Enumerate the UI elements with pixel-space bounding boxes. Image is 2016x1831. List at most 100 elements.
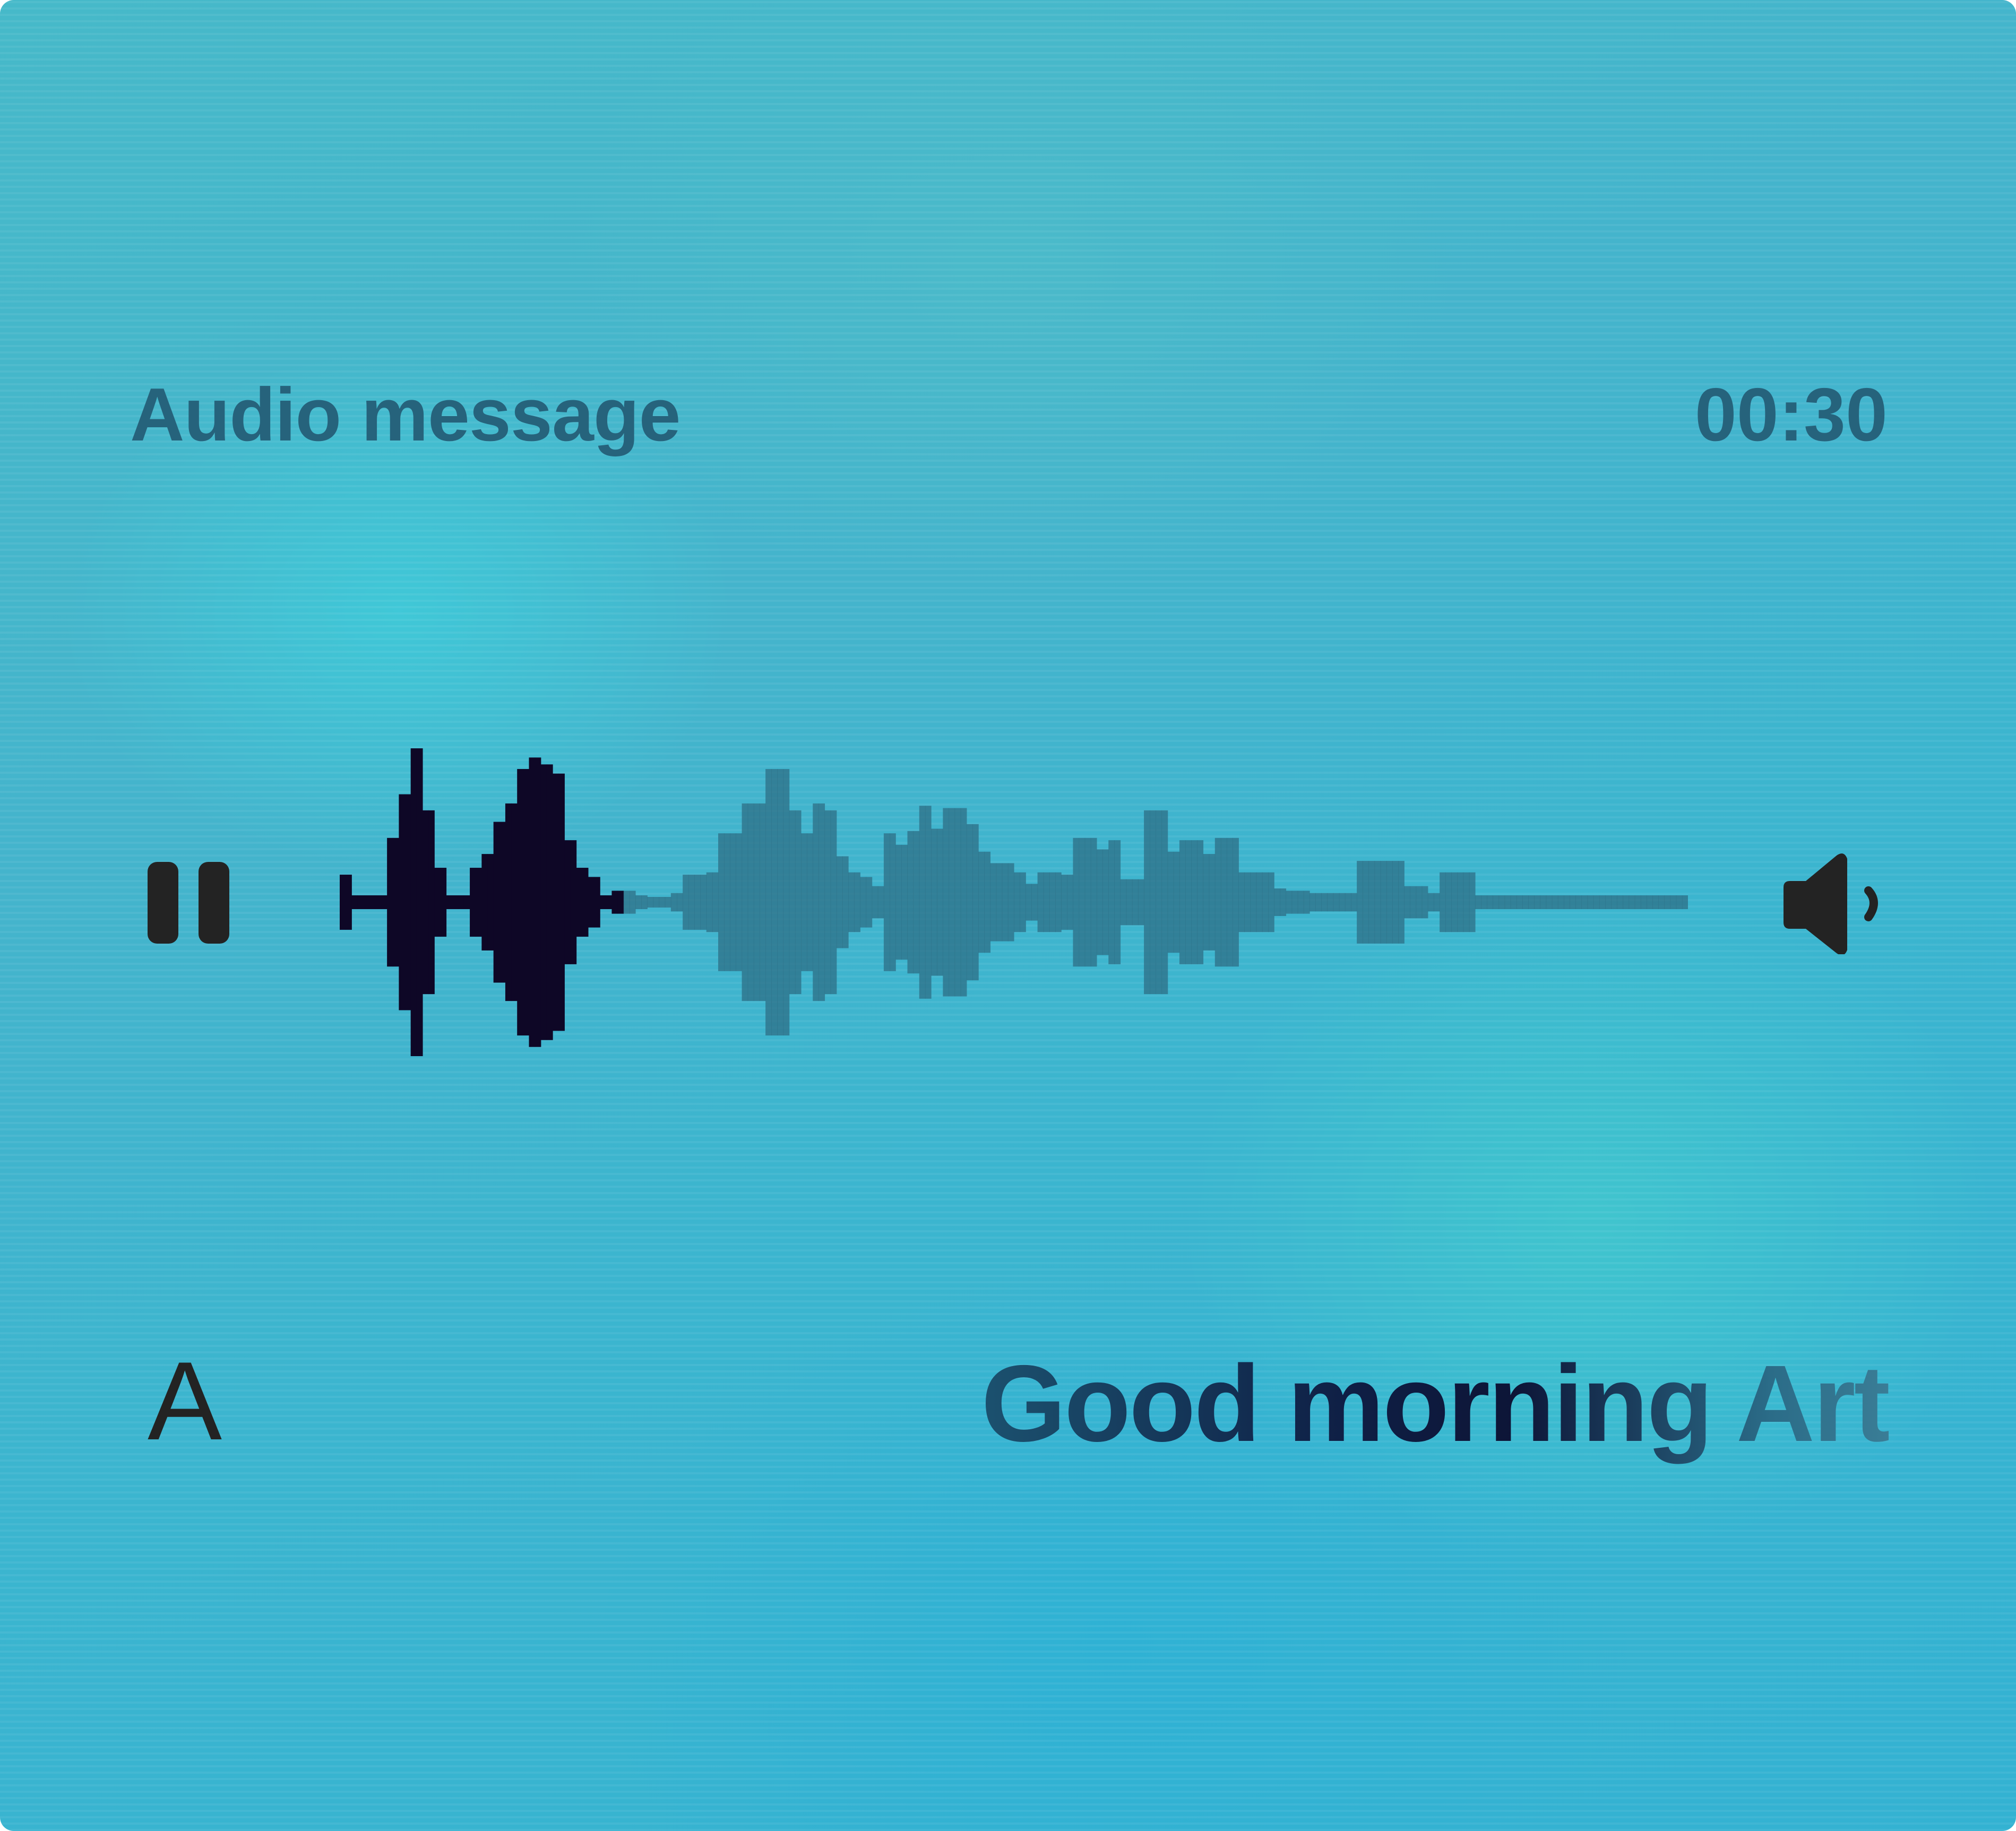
waveform-bar	[1244, 872, 1251, 932]
waveform-bar	[1374, 861, 1381, 944]
waveform-bar	[1108, 840, 1115, 964]
waveform-bar-played	[606, 895, 613, 909]
waveform-bar	[789, 810, 796, 995]
waveform-bar	[730, 833, 736, 971]
waveform-bar-played	[381, 895, 387, 909]
waveform-bar	[1197, 840, 1204, 964]
waveform-bar	[1315, 893, 1322, 912]
waveform-bar	[1339, 893, 1346, 912]
waveform-bar	[800, 833, 807, 971]
waveform-bar	[1670, 895, 1677, 909]
waveform-bar	[724, 833, 730, 971]
waveform-bar	[990, 863, 997, 942]
waveform-bar-played	[617, 891, 624, 914]
waveform-bar	[813, 803, 819, 1001]
waveform-bar	[1427, 893, 1434, 912]
font-size-button[interactable]: A	[148, 1345, 232, 1457]
waveform-bar	[1481, 895, 1487, 909]
waveform-bar	[1587, 895, 1594, 909]
waveform-bar	[1303, 891, 1310, 914]
waveform-bar	[972, 824, 979, 981]
waveform-bar	[1167, 851, 1174, 953]
waveform-bar-played	[570, 840, 577, 964]
waveform-bar	[1007, 863, 1014, 942]
waveform-bar	[1138, 879, 1144, 926]
waveform-bar	[1173, 851, 1180, 953]
waveform-bar-played	[452, 895, 459, 909]
waveform-bar	[949, 808, 955, 997]
waveform-bar	[1676, 895, 1683, 909]
waveform-bar	[1380, 861, 1387, 944]
waveform-bar	[1445, 872, 1452, 932]
waveform-bar	[1043, 872, 1050, 932]
waveform-bar	[943, 808, 950, 997]
waveform-bar	[1623, 895, 1630, 909]
waveform-bar-played	[346, 875, 352, 930]
waveform-bar	[1037, 872, 1044, 932]
waveform-bar	[966, 824, 973, 981]
waveform-bar	[1233, 837, 1239, 967]
waveform-bar	[1179, 840, 1186, 964]
waveform-bar	[1161, 810, 1168, 995]
waveform-bar	[1132, 879, 1139, 926]
waveform-bar	[1570, 895, 1576, 909]
waveform-bar	[1611, 895, 1617, 909]
waveform-bar	[1357, 861, 1363, 944]
waveform-bar-played	[434, 868, 441, 937]
waveform-bar	[1280, 888, 1287, 916]
waveform-bar-played	[600, 895, 606, 909]
waveform-bar	[1026, 884, 1032, 921]
waveform-bar	[1652, 895, 1659, 909]
waveform-bar	[1120, 879, 1127, 926]
waveform-bar-played	[470, 868, 476, 937]
waveform-bar	[1581, 895, 1588, 909]
waveform-bar	[1297, 891, 1304, 914]
waveform-bar	[1398, 861, 1405, 944]
waveform-bar	[1333, 893, 1340, 912]
pause-icon-bar-right	[199, 862, 229, 944]
waveform-bar	[670, 893, 677, 912]
waveform-bar	[1510, 895, 1517, 909]
waveform-bar-played	[440, 868, 447, 937]
waveform-bar	[1368, 861, 1375, 944]
waveform-bar-played	[535, 757, 541, 1047]
waveform-bar	[795, 810, 802, 995]
waveform-bar	[819, 803, 825, 1001]
waveform-bar	[1605, 895, 1612, 909]
waveform-bar	[1079, 837, 1085, 967]
waveform-bar	[1416, 886, 1423, 919]
waveform-bar	[1457, 872, 1464, 932]
waveform-bar	[913, 831, 920, 974]
waveform-bar	[1504, 895, 1511, 909]
waveform-bar	[1002, 863, 1009, 942]
waveform-bar	[1410, 886, 1417, 919]
waveform-bar	[919, 806, 926, 999]
waveform-bar	[937, 828, 943, 976]
waveform-bar	[890, 833, 896, 971]
waveform-bar-played	[529, 757, 536, 1047]
waveform-bar	[1191, 840, 1197, 964]
waveform-bar	[978, 851, 985, 953]
waveform-bar	[842, 856, 849, 948]
waveform-bar	[1286, 891, 1293, 914]
waveform-bar-played	[611, 891, 618, 914]
waveform-bar	[830, 810, 837, 995]
waveform-bar	[1404, 886, 1410, 919]
waveform-bar-played	[375, 895, 382, 909]
waveform-bar	[641, 895, 648, 909]
waveform-bar	[1345, 893, 1351, 912]
pause-button[interactable]	[143, 856, 234, 946]
waveform-bar	[960, 808, 967, 997]
waveform-bar	[1593, 895, 1600, 909]
waveform-bar	[984, 851, 991, 953]
waveform-bar	[872, 886, 878, 919]
waveform-bar	[635, 895, 642, 909]
waveform-bar	[1114, 840, 1121, 964]
waveform-scrubber[interactable]	[340, 743, 1688, 1061]
waveform-bar-played	[481, 854, 488, 951]
waveform-bar-played	[357, 895, 364, 909]
waveform-bar	[1220, 837, 1227, 967]
waveform-bar	[1658, 895, 1665, 909]
volume-button[interactable]	[1778, 853, 1890, 955]
waveform-bar	[1291, 891, 1298, 914]
